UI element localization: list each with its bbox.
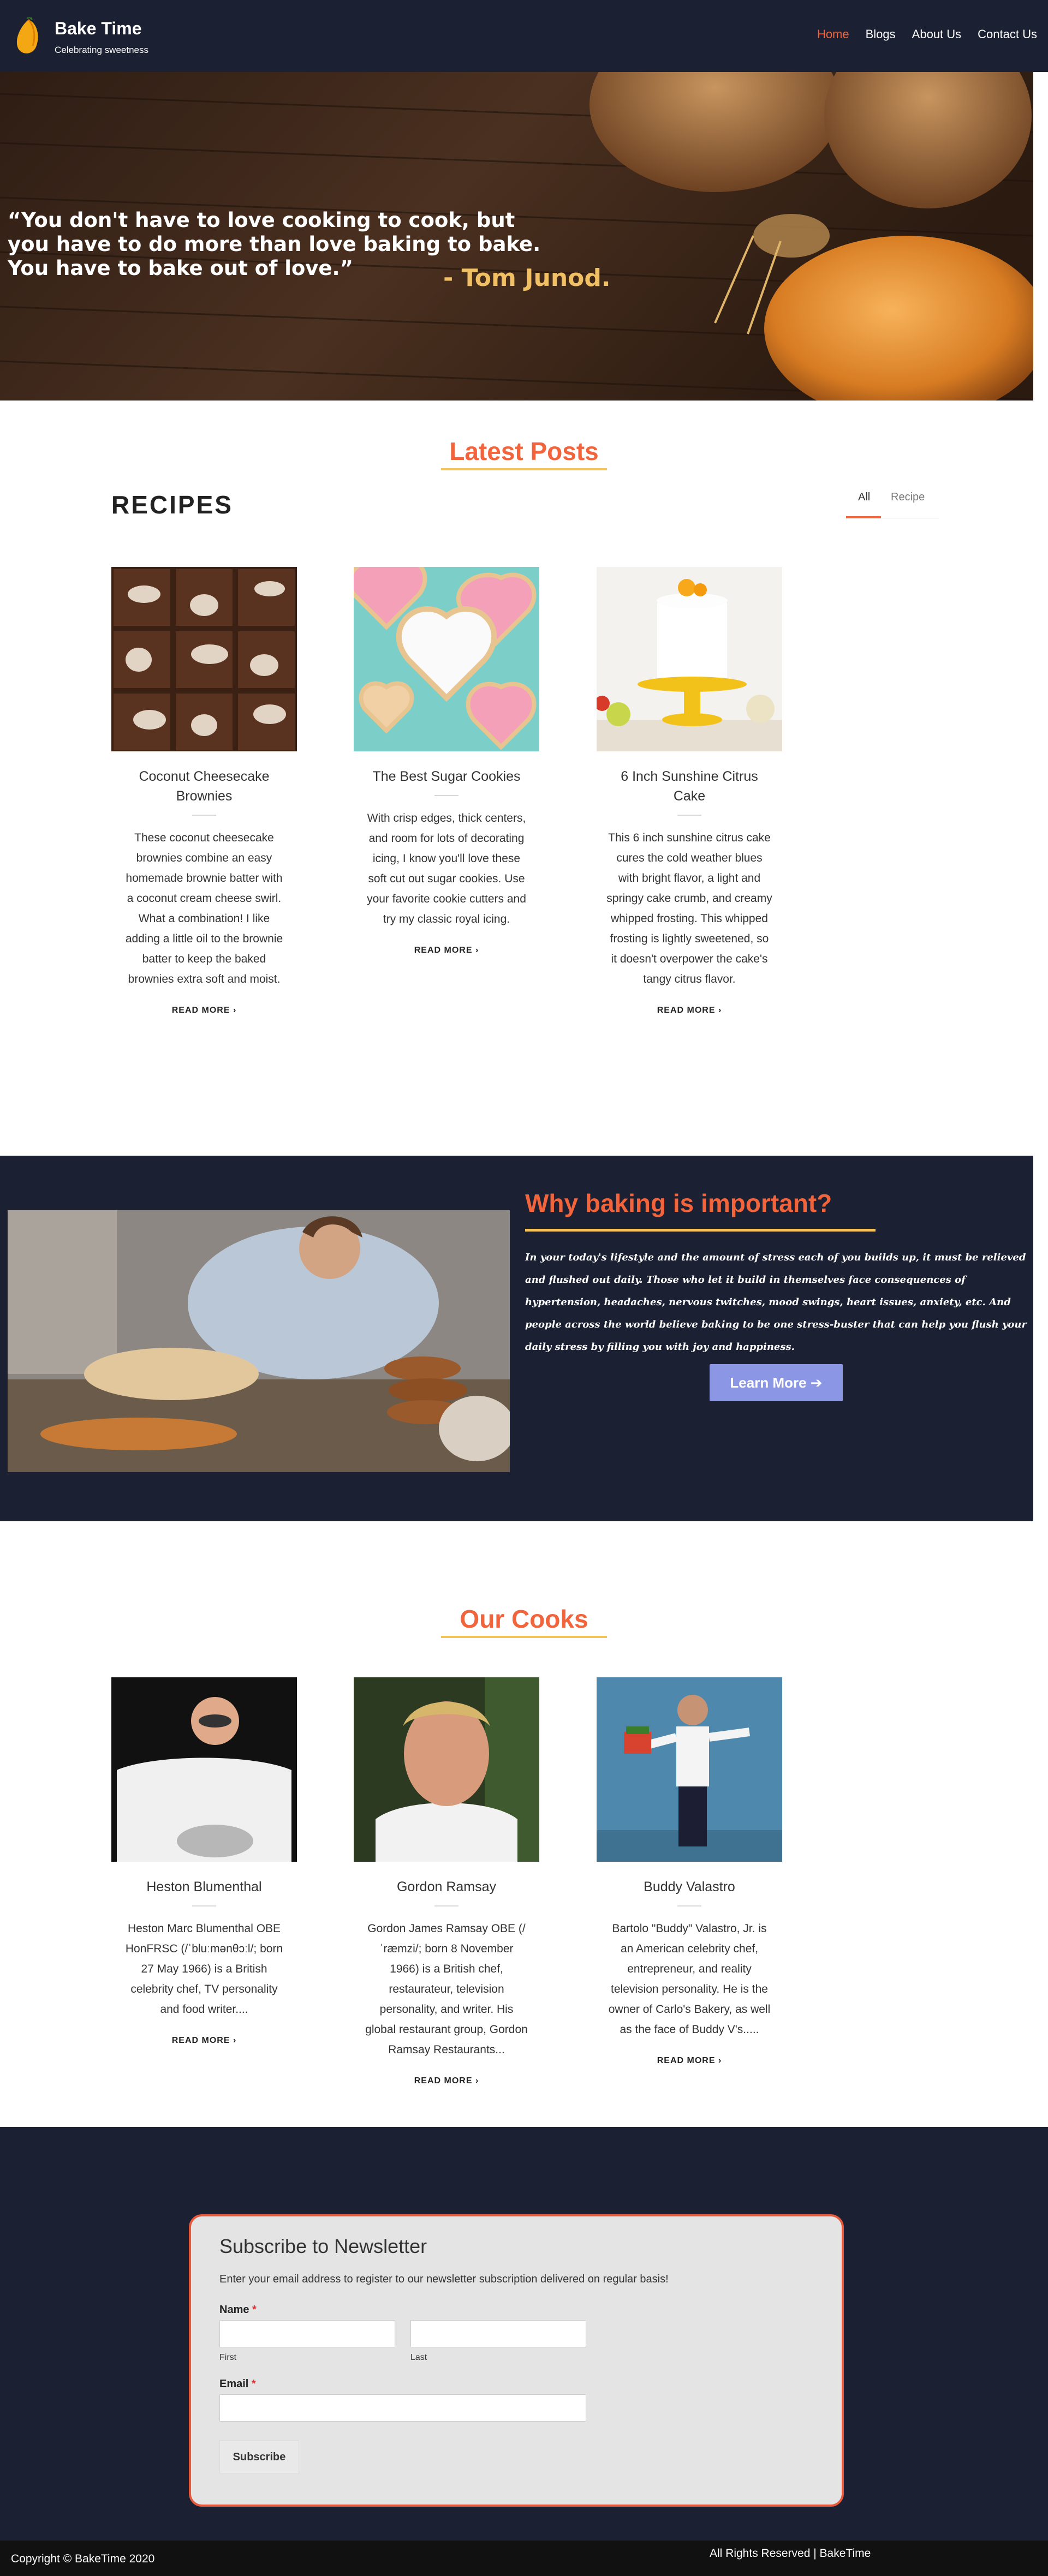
cook-card: Gordon Ramsay Gordon James Ramsay OBE (/… — [354, 1677, 539, 2086]
post-description: This 6 inch sunshine citrus cake cures t… — [606, 832, 772, 985]
post-card: Coconut Cheesecake Brownies These coconu… — [111, 567, 297, 1015]
tab-recipe[interactable]: Recipe — [891, 491, 925, 504]
nav-contact-link[interactable]: Contact Us — [978, 27, 1037, 41]
why-baking-text: In your today's lifestyle and the amount… — [525, 1252, 1027, 1353]
cook-description: Gordon James Ramsay OBE (/ˈræmzi/; born … — [365, 1922, 528, 2056]
newsletter-title: Subscribe to Newsletter — [219, 2235, 427, 2257]
first-label: First — [219, 2353, 237, 2362]
our-cooks-title: Our Cooks — [460, 1605, 588, 1633]
cook-name[interactable]: Gordon Ramsay — [354, 1877, 539, 1897]
recipes-heading: RECIPES — [111, 491, 233, 519]
filter-tabs: All Recipe — [846, 480, 939, 518]
hero-quote-author: - Tom Junod. — [443, 264, 611, 292]
subscribe-button[interactable]: Subscribe — [219, 2440, 299, 2474]
email-label-text: Email — [219, 2378, 249, 2390]
footer: Copyright © BakeTime 2020 All Rights Res… — [0, 2541, 1048, 2576]
copyright-text: Copyright © BakeTime 2020 — [11, 2553, 155, 2565]
nav-links: Home Blogs About Us Contact Us — [801, 27, 1037, 41]
top-navbar: Bake Time Celebrating sweetness Home Blo… — [0, 0, 1048, 72]
why-baking-underline — [525, 1229, 876, 1232]
brand-logo-icon[interactable] — [15, 17, 40, 57]
citrus-cake-image[interactable] — [597, 567, 782, 751]
email-input[interactable] — [219, 2394, 586, 2422]
title-divider — [677, 815, 701, 816]
buddy-photo[interactable] — [597, 1677, 782, 1862]
name-divider — [677, 1905, 701, 1906]
email-label: Email * — [219, 2378, 256, 2390]
name-divider — [434, 1905, 458, 1906]
read-more-link[interactable]: READ MORE › — [597, 2056, 782, 2066]
post-title[interactable]: 6 Inch Sunshine Citrus Cake — [597, 767, 782, 806]
cook-name[interactable]: Heston Blumenthal — [111, 1877, 297, 1897]
required-mark: * — [251, 2378, 256, 2390]
brownies-image[interactable] — [111, 567, 297, 751]
learn-more-label: Learn More — [730, 1374, 807, 1391]
hero-banner: “You don't have to love cooking to cook,… — [0, 72, 1033, 401]
post-title[interactable]: Coconut Cheesecake Brownies — [111, 767, 297, 806]
name-label-text: Name — [219, 2304, 249, 2316]
nav-home-link[interactable]: Home — [817, 27, 849, 41]
brand-subtitle: Celebrating sweetness — [55, 45, 148, 55]
read-more-link[interactable]: READ MORE › — [111, 2036, 297, 2046]
read-more-link[interactable]: READ MORE › — [354, 946, 539, 955]
post-description: These coconut cheesecake brownies combin… — [125, 832, 283, 985]
cook-description: Bartolo "Buddy" Valastro, Jr. is an Amer… — [608, 1922, 771, 2036]
sugar-cookies-image[interactable] — [354, 567, 539, 751]
read-more-link[interactable]: READ MORE › — [354, 2076, 539, 2086]
cook-name[interactable]: Buddy Valastro — [597, 1877, 782, 1897]
post-card: The Best Sugar Cookies With crisp edges,… — [354, 567, 539, 955]
post-title[interactable]: The Best Sugar Cookies — [354, 767, 539, 786]
active-tab-indicator — [846, 516, 881, 518]
newsletter-form: Subscribe to Newsletter Enter your email… — [189, 2214, 844, 2507]
first-name-input[interactable] — [219, 2320, 395, 2347]
read-more-link[interactable]: READ MORE › — [111, 1006, 297, 1015]
read-more-link[interactable]: READ MORE › — [597, 1006, 782, 1015]
nav-about-link[interactable]: About Us — [912, 27, 962, 41]
last-label: Last — [410, 2353, 427, 2362]
rights-text: All Rights Reserved | BakeTime — [710, 2547, 871, 2560]
latest-posts-title: Latest Posts — [449, 437, 599, 465]
heston-photo[interactable] — [111, 1677, 297, 1862]
required-mark: * — [252, 2304, 257, 2316]
cook-card: Heston Blumenthal Heston Marc Blumenthal… — [111, 1677, 297, 2046]
arrow-right-icon: ➔ — [810, 1374, 823, 1391]
post-card: 6 Inch Sunshine Citrus Cake This 6 inch … — [597, 567, 782, 1015]
name-divider — [192, 1905, 216, 1906]
our-cooks-underline — [441, 1636, 607, 1638]
cook-card: Buddy Valastro Bartolo "Buddy" Valastro,… — [597, 1677, 782, 2066]
title-divider — [434, 795, 458, 796]
name-label: Name * — [219, 2304, 257, 2316]
gordon-photo[interactable] — [354, 1677, 539, 1862]
brand-title[interactable]: Bake Time — [55, 19, 142, 39]
why-baking-section: Why baking is important? In your today's… — [0, 1156, 1033, 1521]
baker-image — [8, 1210, 510, 1472]
newsletter-section: Subscribe to Newsletter Enter your email… — [0, 2127, 1048, 2541]
learn-more-button[interactable]: Learn More ➔ — [710, 1364, 843, 1401]
title-divider — [192, 815, 216, 816]
why-baking-title: Why baking is important? — [525, 1189, 832, 1217]
latest-posts-underline — [441, 468, 607, 470]
cook-description: Heston Marc Blumenthal OBE HonFRSC (/ˈbl… — [125, 1922, 283, 2016]
last-name-input[interactable] — [410, 2320, 586, 2347]
newsletter-description: Enter your email address to register to … — [219, 2273, 669, 2285]
nav-blogs-link[interactable]: Blogs — [866, 27, 896, 41]
post-description: With crisp edges, thick centers, and roo… — [367, 812, 526, 925]
tab-all[interactable]: All — [858, 491, 870, 504]
